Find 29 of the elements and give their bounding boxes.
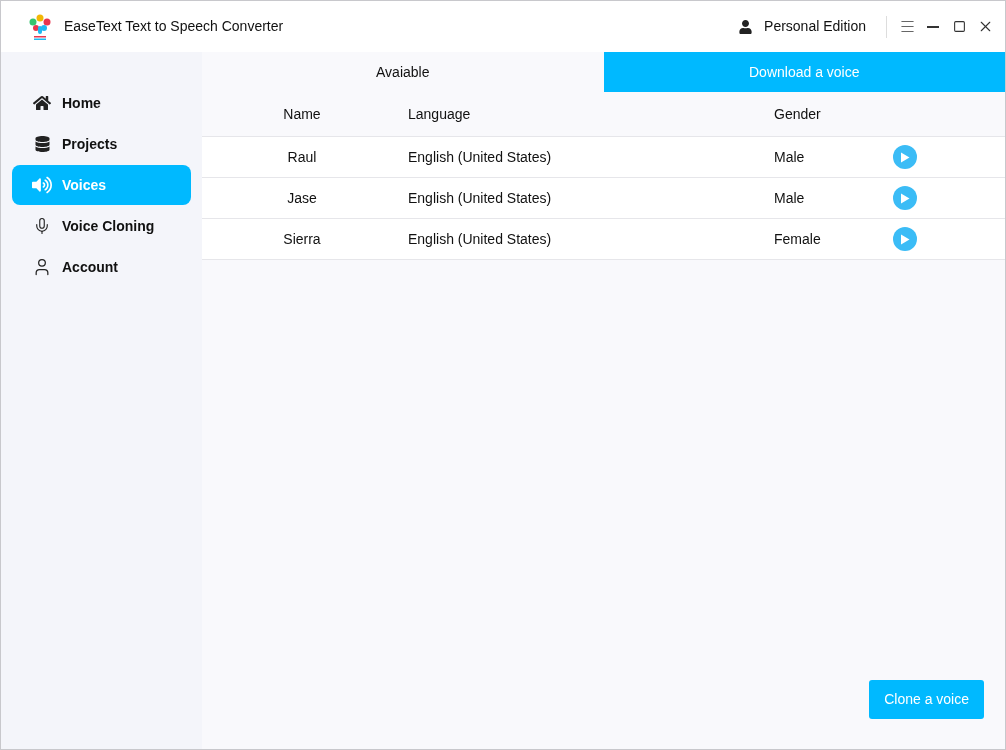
home-icon: [33, 94, 51, 112]
sidebar-item[interactable]: Home: [12, 83, 191, 123]
table-cell-text: Female: [774, 229, 822, 249]
database-icon: [34, 136, 50, 152]
person-icon: [739, 19, 753, 34]
play-icon: [900, 192, 910, 204]
column-header: Gender: [774, 104, 821, 124]
table-cell-text: English (United States): [408, 229, 553, 249]
window-title: EaseText Text to Speech Converter: [64, 17, 284, 36]
minimize-icon: [927, 25, 939, 28]
table-cell-text: Sierra: [282, 229, 322, 249]
sidebar-item[interactable]: Account: [12, 247, 191, 287]
maximize-icon: [952, 20, 966, 33]
column-header: Language: [408, 104, 472, 124]
play-icon: [900, 151, 910, 163]
table-cell-text: Male: [774, 188, 806, 208]
column-header: Name: [282, 104, 322, 124]
sidebar-item[interactable]: Projects: [12, 124, 191, 164]
menu-icon: [898, 18, 916, 35]
sidebar-item[interactable]: Voice Cloning: [12, 206, 191, 246]
table-cell-text: English (United States): [408, 188, 553, 208]
microphone-icon: [33, 216, 51, 236]
table-cell-text: Jase: [286, 188, 318, 208]
play-icon: [900, 233, 910, 245]
table-cell-text: English (United States): [408, 147, 553, 167]
speaker-icon: [32, 176, 52, 194]
app-logo-icon: [28, 13, 52, 40]
table-cell-text: Male: [774, 147, 806, 167]
table-cell-text: Raul: [286, 147, 318, 167]
